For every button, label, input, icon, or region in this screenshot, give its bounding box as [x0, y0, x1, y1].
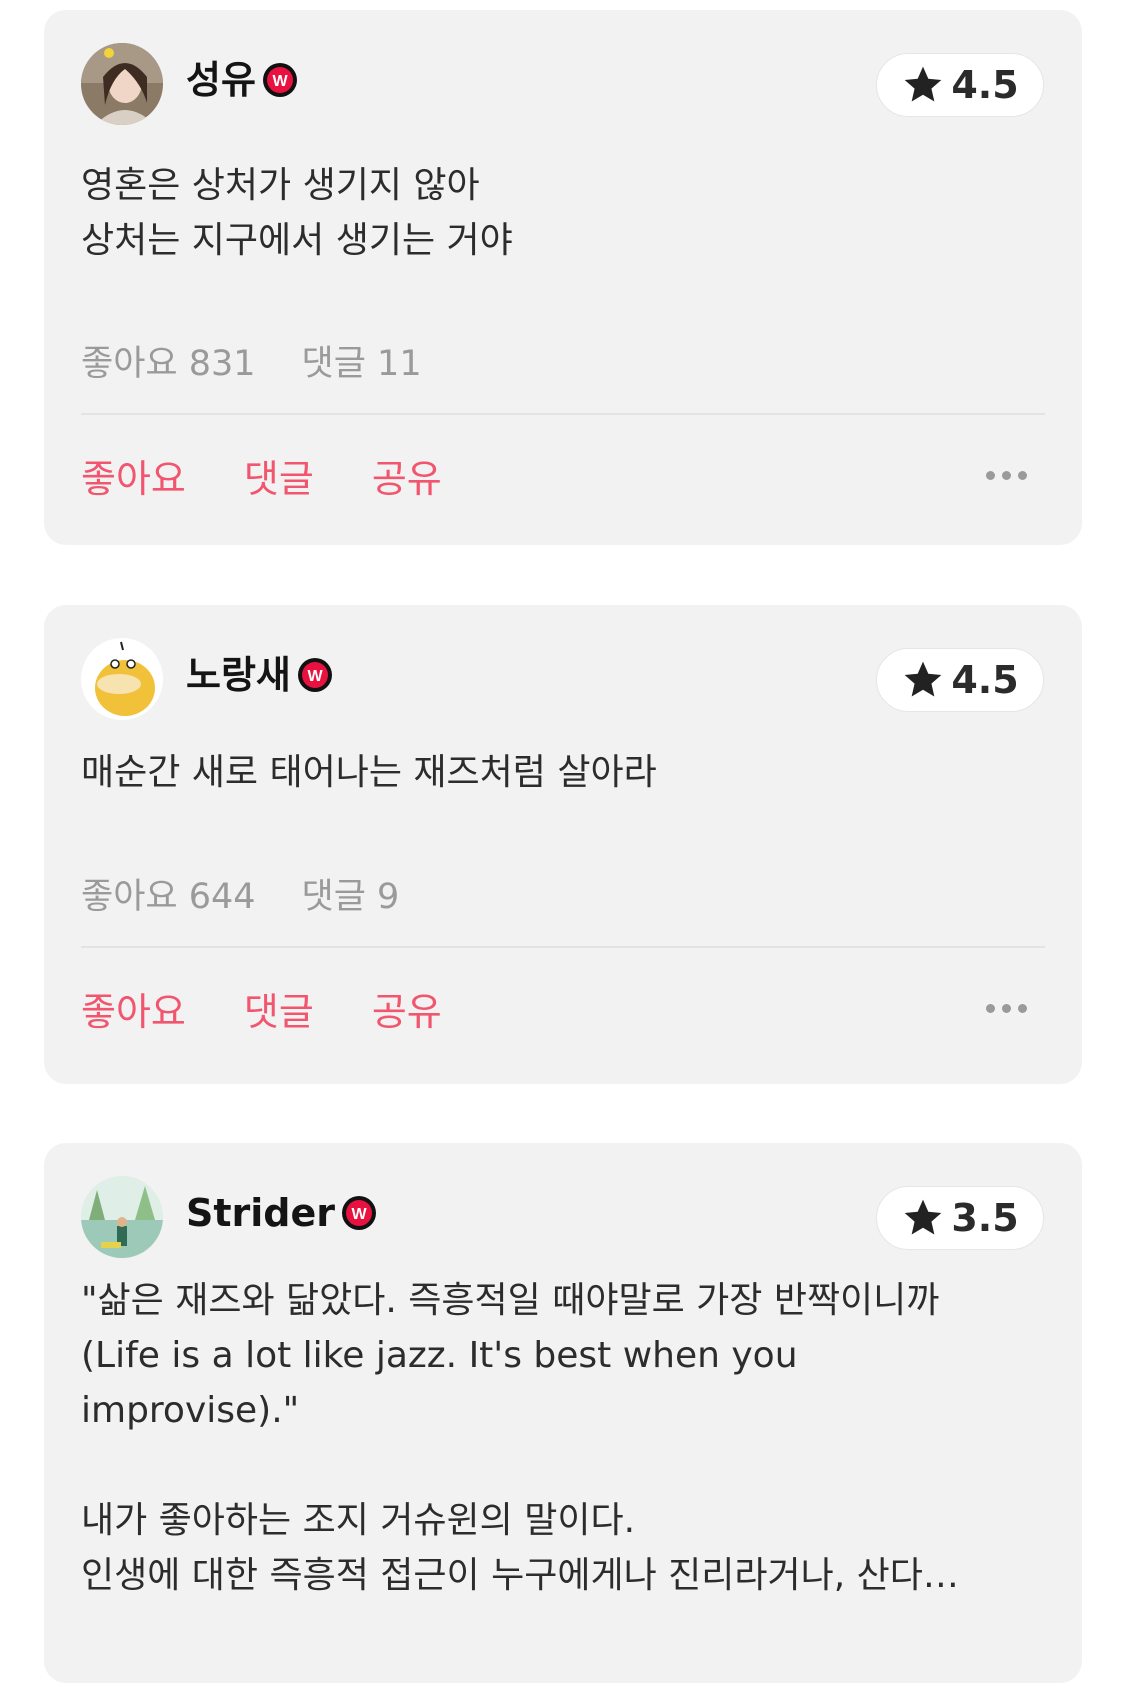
review-card[interactable]: 노랑새 W 4.5 매순간 새로 태어나는 재즈처럼 살아라 좋아요 644 댓… — [44, 605, 1082, 1084]
star-icon — [904, 66, 942, 102]
review-text[interactable]: 매순간 새로 태어나는 재즈처럼 살아라 — [81, 745, 1041, 800]
username[interactable]: 성유 W — [186, 54, 298, 106]
star-icon — [904, 1199, 942, 1235]
avatar[interactable] — [81, 43, 163, 125]
rating-badge: 4.5 — [876, 648, 1044, 712]
like-count[interactable]: 좋아요 831 — [81, 335, 256, 386]
avatar[interactable] — [81, 1176, 163, 1258]
more-dots-icon[interactable] — [986, 471, 1027, 480]
watcha-w-badge-icon: W — [262, 63, 297, 97]
star-icon — [904, 661, 942, 697]
review-card[interactable]: 성유 W 4.5 영혼은 상처가 생기지 않아 상처는 지구에서 생기는 거야 … — [44, 10, 1082, 545]
review-text[interactable]: 영혼은 상처가 생기지 않아 상처는 지구에서 생기는 거야 — [81, 158, 1041, 268]
divider — [81, 946, 1045, 948]
like-button[interactable]: 좋아요 — [81, 448, 186, 503]
comment-button[interactable]: 댓글 — [244, 448, 314, 503]
like-button[interactable]: 좋아요 — [81, 981, 186, 1036]
action-bar: 좋아요 댓글 공유 — [81, 981, 1045, 1036]
username[interactable]: Strider W — [186, 1187, 377, 1239]
comment-button[interactable]: 댓글 — [244, 981, 314, 1036]
svg-text:W: W — [351, 1206, 367, 1223]
like-count[interactable]: 좋아요 644 — [81, 868, 256, 919]
username-text[interactable]: 노랑새 — [186, 649, 291, 701]
stats-row: 좋아요 831 댓글 11 — [81, 335, 422, 386]
comment-count[interactable]: 댓글 11 — [302, 335, 422, 386]
username[interactable]: 노랑새 W — [186, 649, 333, 701]
share-button[interactable]: 공유 — [372, 448, 442, 503]
review-text[interactable]: "삶은 재즈와 닮았다. 즉흥적일 때야말로 가장 반짝이니까 (Life is… — [81, 1273, 1041, 1603]
avatar[interactable] — [81, 638, 163, 720]
rating-badge: 3.5 — [876, 1186, 1044, 1250]
svg-text:W: W — [307, 668, 323, 685]
rating-badge: 4.5 — [876, 53, 1044, 117]
rating-value: 4.5 — [951, 658, 1019, 702]
stats-row: 좋아요 644 댓글 9 — [81, 868, 399, 919]
username-text[interactable]: Strider — [186, 1187, 335, 1239]
action-bar: 좋아요 댓글 공유 — [81, 448, 1045, 503]
rating-value: 3.5 — [951, 1196, 1019, 1240]
comment-count[interactable]: 댓글 9 — [302, 868, 400, 919]
svg-text:W: W — [272, 73, 288, 90]
username-text[interactable]: 성유 — [186, 54, 256, 106]
share-button[interactable]: 공유 — [372, 981, 442, 1036]
watcha-w-badge-icon: W — [342, 1196, 377, 1230]
review-card[interactable]: Strider W 3.5 "삶은 재즈와 닮았다. 즉흥적일 때야말로 가장 … — [44, 1143, 1082, 1683]
divider — [81, 413, 1045, 415]
more-dots-icon[interactable] — [986, 1004, 1027, 1013]
watcha-w-badge-icon: W — [297, 658, 332, 692]
rating-value: 4.5 — [951, 63, 1019, 107]
